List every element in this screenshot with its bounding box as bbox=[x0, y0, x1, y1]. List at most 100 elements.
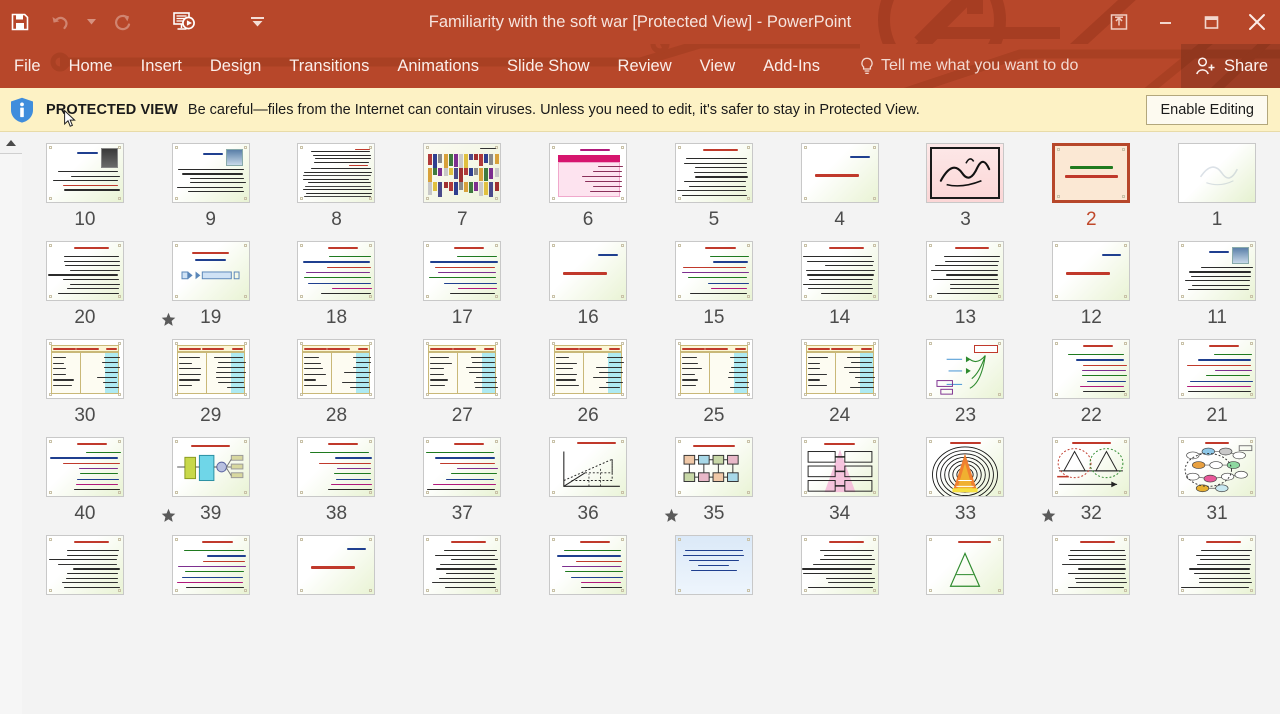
slide-thumbnail-14[interactable] bbox=[800, 240, 880, 302]
start-slideshow-button[interactable] bbox=[164, 2, 204, 42]
tab-transitions[interactable]: Transitions bbox=[275, 44, 383, 88]
slide-thumbnail-30[interactable] bbox=[45, 338, 125, 400]
slide-cell: 6 bbox=[525, 142, 651, 230]
slide-number-label: 21 bbox=[1206, 405, 1228, 426]
slide-thumbnail-28[interactable] bbox=[296, 338, 376, 400]
slide-cell: 27 bbox=[399, 338, 525, 426]
undo-dropdown-button[interactable] bbox=[80, 2, 102, 42]
slide-thumbnail-24[interactable] bbox=[800, 338, 880, 400]
slide-thumbnail-17[interactable] bbox=[422, 240, 502, 302]
slide-thumbnail-35[interactable] bbox=[674, 436, 754, 498]
scroll-up-button[interactable] bbox=[0, 132, 22, 154]
slide-thumbnail-32[interactable] bbox=[1051, 436, 1131, 498]
tab-review[interactable]: Review bbox=[604, 44, 686, 88]
animation-star-icon[interactable] bbox=[161, 312, 176, 327]
slide-thumbnail[interactable] bbox=[1051, 534, 1131, 596]
scrollbar-track[interactable] bbox=[0, 154, 22, 714]
slide-thumbnail-19[interactable] bbox=[171, 240, 251, 302]
tab-add-ins[interactable]: Add-Ins bbox=[749, 44, 834, 88]
slide-cell: 31 bbox=[1154, 436, 1280, 524]
tab-view[interactable]: View bbox=[686, 44, 749, 88]
vertical-scrollbar[interactable] bbox=[0, 132, 22, 714]
slide-thumbnail-5[interactable] bbox=[674, 142, 754, 204]
tell-me-search[interactable]: Tell me what you want to do bbox=[860, 57, 1078, 76]
slide-thumbnail-20[interactable] bbox=[45, 240, 125, 302]
slide-thumbnail[interactable] bbox=[674, 534, 754, 596]
slide-thumbnail-37[interactable] bbox=[422, 436, 502, 498]
slide-thumbnail-16[interactable] bbox=[548, 240, 628, 302]
slide-thumbnail-22[interactable] bbox=[1051, 338, 1131, 400]
animation-star-icon[interactable] bbox=[664, 508, 679, 523]
slide-cell: 7 bbox=[399, 142, 525, 230]
tab-home[interactable]: Home bbox=[55, 44, 127, 88]
tab-animations[interactable]: Animations bbox=[383, 44, 493, 88]
close-button[interactable] bbox=[1234, 5, 1280, 39]
slide-thumbnail-7[interactable] bbox=[422, 142, 502, 204]
slide-thumbnail-8[interactable] bbox=[296, 142, 376, 204]
slide-preview bbox=[1178, 437, 1257, 497]
slide-thumbnail-38[interactable] bbox=[296, 436, 376, 498]
slide-thumbnail-33[interactable] bbox=[925, 436, 1005, 498]
slide-thumbnail[interactable] bbox=[171, 534, 251, 596]
slide-thumbnail-26[interactable] bbox=[548, 338, 628, 400]
slide-thumbnail-6[interactable] bbox=[548, 142, 628, 204]
slide-thumbnail-23[interactable] bbox=[925, 338, 1005, 400]
slide-thumbnail-9[interactable] bbox=[171, 142, 251, 204]
slide-thumbnail[interactable] bbox=[548, 534, 628, 596]
slide-thumbnail-40[interactable] bbox=[45, 436, 125, 498]
save-button[interactable] bbox=[0, 2, 40, 42]
slide-thumbnail-27[interactable] bbox=[422, 338, 502, 400]
slide-thumbnail-15[interactable] bbox=[674, 240, 754, 302]
animation-star-icon[interactable] bbox=[1041, 508, 1056, 523]
slide-thumbnail-4[interactable] bbox=[800, 142, 880, 204]
slide-thumbnail[interactable] bbox=[296, 534, 376, 596]
slide-cell: 12 bbox=[1028, 240, 1154, 328]
slide-thumbnail-3[interactable] bbox=[925, 142, 1005, 204]
slide-cell: 10 bbox=[22, 142, 148, 230]
slide-thumbnail-31[interactable] bbox=[1177, 436, 1257, 498]
slide-thumbnail-11[interactable] bbox=[1177, 240, 1257, 302]
slide-thumbnail-29[interactable] bbox=[171, 338, 251, 400]
slide-thumbnail[interactable] bbox=[1177, 534, 1257, 596]
tab-design[interactable]: Design bbox=[196, 44, 275, 88]
slide-thumbnail-18[interactable] bbox=[296, 240, 376, 302]
customize-qat-button[interactable] bbox=[242, 2, 272, 42]
restore-button[interactable] bbox=[1188, 5, 1234, 39]
slide-thumbnail[interactable] bbox=[800, 534, 880, 596]
slide-preview bbox=[1178, 143, 1257, 203]
slide-number-row: 25 bbox=[651, 400, 777, 426]
slide-thumbnail-12[interactable] bbox=[1051, 240, 1131, 302]
slide-thumbnail[interactable] bbox=[422, 534, 502, 596]
slide-number-row: 2 bbox=[1028, 204, 1154, 230]
slide-preview bbox=[674, 339, 753, 399]
slide-preview bbox=[926, 143, 1005, 203]
undo-icon bbox=[52, 16, 68, 29]
tab-slide-show[interactable]: Slide Show bbox=[493, 44, 604, 88]
slide-thumbnail-1[interactable] bbox=[1177, 142, 1257, 204]
slide-thumbnail-13[interactable] bbox=[925, 240, 1005, 302]
slide-number-row: 34 bbox=[777, 498, 903, 524]
redo-button[interactable] bbox=[102, 2, 142, 42]
slide-thumbnail-2[interactable] bbox=[1051, 142, 1131, 204]
minimize-button[interactable] bbox=[1142, 5, 1188, 39]
slide-thumbnail-36[interactable] bbox=[548, 436, 628, 498]
slide-thumbnail[interactable] bbox=[45, 534, 125, 596]
slide-thumbnail-34[interactable] bbox=[800, 436, 880, 498]
slide-thumbnail[interactable] bbox=[925, 534, 1005, 596]
slide-number-row: 39 bbox=[148, 498, 274, 524]
slide-thumbnail-25[interactable] bbox=[674, 338, 754, 400]
ribbon-display-options-button[interactable] bbox=[1096, 5, 1142, 39]
undo-button[interactable] bbox=[40, 2, 80, 42]
tab-file[interactable]: File bbox=[0, 44, 55, 88]
share-button[interactable]: Share bbox=[1180, 44, 1280, 88]
slide-preview bbox=[800, 535, 879, 595]
slide-preview bbox=[423, 339, 502, 399]
slide-thumbnail-21[interactable] bbox=[1177, 338, 1257, 400]
slide-preview bbox=[45, 437, 124, 497]
animation-star-icon[interactable] bbox=[161, 508, 176, 523]
tab-insert[interactable]: Insert bbox=[127, 44, 196, 88]
enable-editing-button[interactable]: Enable Editing bbox=[1146, 94, 1268, 125]
slide-thumbnail-39[interactable] bbox=[171, 436, 251, 498]
slide-number-label: 34 bbox=[829, 503, 851, 524]
slide-thumbnail-10[interactable] bbox=[45, 142, 125, 204]
